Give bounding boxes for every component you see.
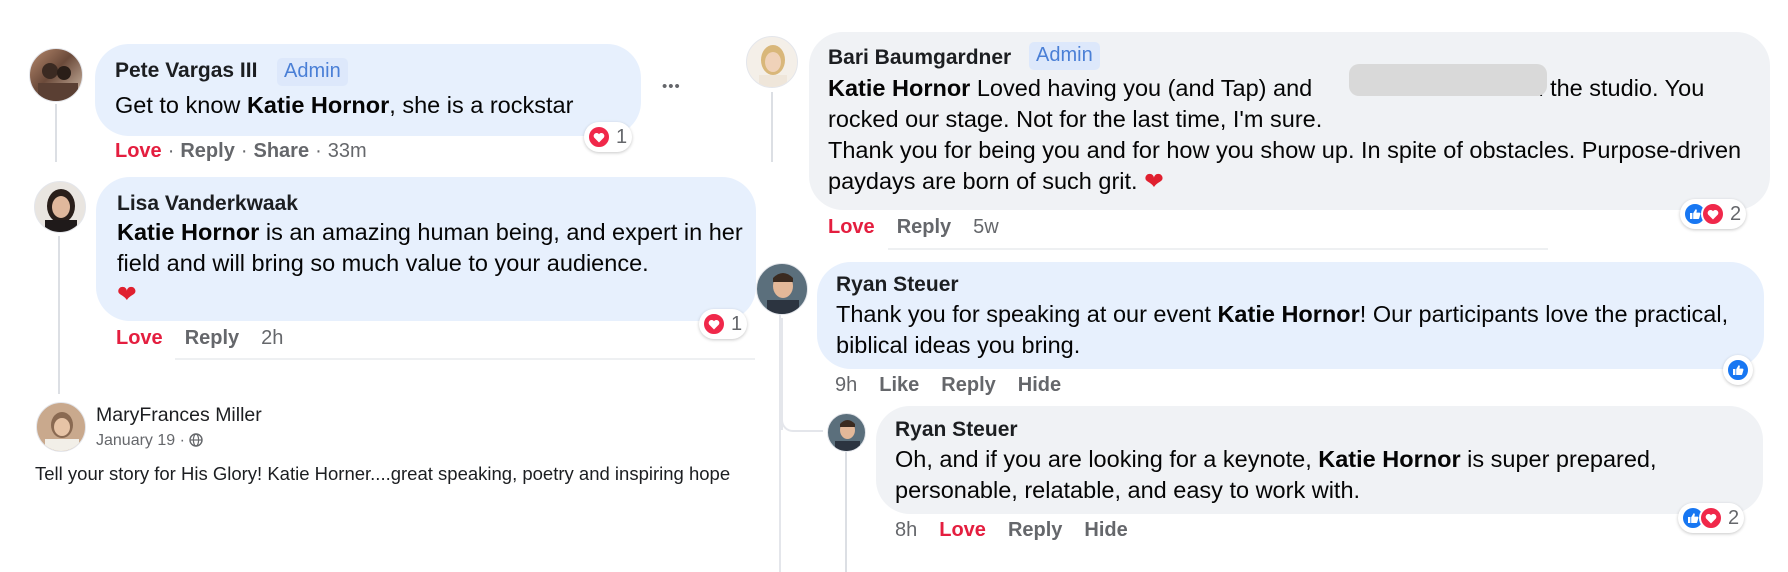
thread-line [55,104,57,162]
like-button[interactable]: Like [879,374,919,396]
divider [175,358,755,360]
reply-connector [781,318,783,430]
love-button[interactable]: Love [115,140,162,162]
reaction-count[interactable]: 1 [699,309,748,339]
love-button[interactable]: Love [828,216,875,238]
comment-text: Get to know Katie Hornor, she is a rocks… [115,92,574,118]
admin-badge: Admin [277,58,348,86]
comment-text: Thank you for speaking at our event Kati… [836,301,1729,358]
divider [888,248,1548,250]
share-button[interactable]: Share [254,140,310,162]
commenter-name[interactable]: Ryan Steuer [836,273,959,297]
reaction-count[interactable]: 2 [1680,199,1747,229]
heart-icon [1699,506,1723,530]
avatar[interactable] [29,48,83,102]
mention-link[interactable]: Katie Hornor [828,75,970,101]
reaction-count[interactable]: 2 [1678,503,1745,533]
commenter-name[interactable]: Bari Baumgardner [828,46,1011,70]
reaction-count[interactable] [1723,355,1753,385]
comment-timestamp[interactable]: 9h [835,374,857,396]
comment-actions: 8h Love Reply Hide [895,519,1150,542]
reply-button[interactable]: Reply [1008,519,1062,541]
like-icon [1726,358,1750,382]
avatar[interactable] [34,181,86,233]
comment-timestamp[interactable]: 8h [895,519,917,541]
love-button[interactable]: Love [939,519,986,541]
comment-timestamp[interactable]: 2h [261,327,283,349]
hide-button[interactable]: Hide [1084,519,1127,541]
heart-icon [702,312,726,336]
reply-button[interactable]: Reply [941,374,995,396]
reply-button[interactable]: Reply [185,327,239,349]
thread-line [58,236,60,394]
redacted-name [1349,64,1547,96]
love-button[interactable]: Love [116,327,163,349]
comment-actions: 9h Like Reply Hide [835,374,1083,397]
avatar[interactable] [746,36,798,88]
more-options-icon[interactable]: ••• [662,78,681,95]
commenter-name[interactable]: Lisa Vanderkwaak [117,192,298,216]
post-author[interactable]: MaryFrances Miller [96,404,262,427]
avatar[interactable] [827,413,866,452]
reply-button[interactable]: Reply [897,216,951,238]
comment-text: Katie Hornor is an amazing human being, … [117,219,743,307]
mention-link[interactable]: Katie Hornor [1318,446,1460,472]
comment-actions: Love Reply 2h [116,327,305,350]
mention-link[interactable]: Katie Hornor [1217,301,1359,327]
comment-timestamp[interactable]: 5w [973,216,999,238]
commenter-name[interactable]: Pete Vargas III [115,59,257,83]
post-meta: January 19 · [96,432,204,452]
thread-line [845,452,847,572]
hide-button[interactable]: Hide [1018,374,1061,396]
admin-badge: Admin [1029,42,1100,70]
comment-actions: Love Reply 5w [828,216,1021,239]
avatar[interactable] [36,402,86,452]
avatar[interactable] [756,263,808,315]
thread-line [771,92,773,162]
heart-emoji: ❤ [1144,168,1164,194]
mention-link[interactable]: Katie Hornor [247,92,389,118]
comment-actions: Love · Reply · Share · 33m [115,140,367,162]
reply-button[interactable]: Reply [180,140,234,162]
heart-icon [1701,202,1725,226]
heart-icon [587,125,611,149]
comment-text: Katie Hornor Loved having you (and Tap) … [828,75,1742,194]
post-date[interactable]: January 19 [96,432,175,449]
post-text: Tell your story for His Glory! Katie Hor… [35,463,731,484]
globe-icon [189,433,204,452]
reply-connector [781,418,823,432]
commenter-name[interactable]: Ryan Steuer [895,418,1018,442]
reaction-count[interactable]: 1 [584,122,633,152]
heart-emoji: ❤ [117,281,137,307]
comment-timestamp[interactable]: 33m [328,140,367,162]
mention-link[interactable]: Katie Hornor [117,219,259,245]
comment-text: Oh, and if you are looking for a keynote… [895,446,1657,503]
